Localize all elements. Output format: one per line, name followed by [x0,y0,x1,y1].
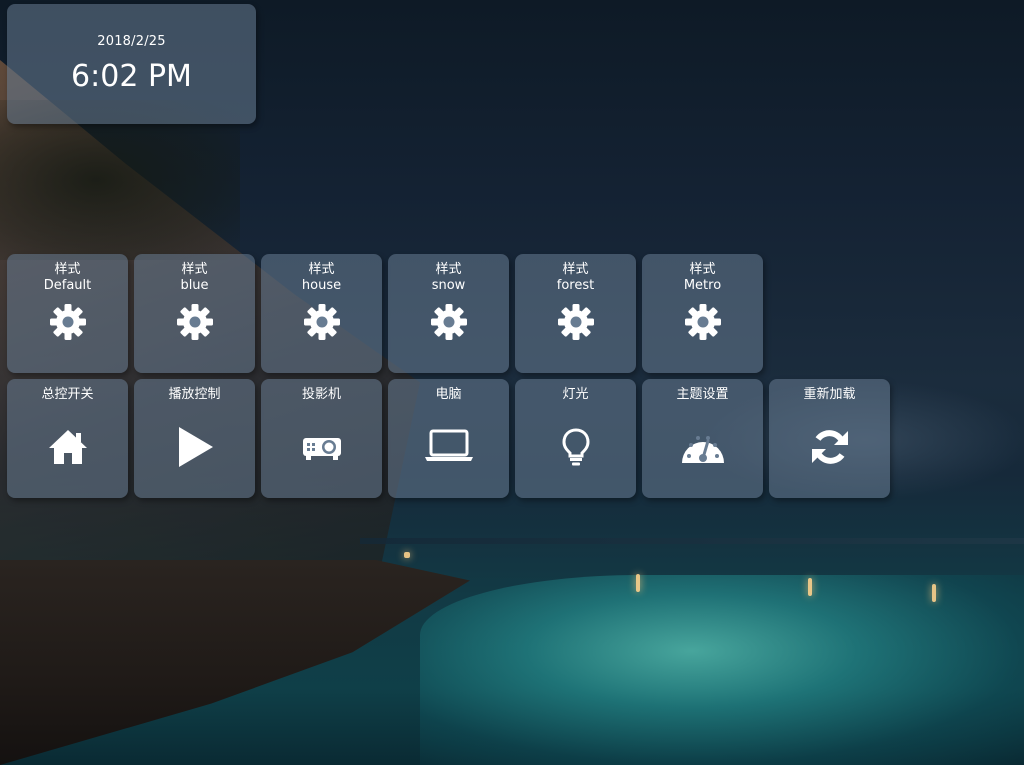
style-tile-title: 样式 [54,262,81,277]
style-tile-name: blue [180,278,209,293]
style-tile-name: house [301,278,342,293]
play-icon [175,425,215,469]
projector-button[interactable]: 投影机 [261,379,382,498]
laptop-icon [424,429,474,463]
gear-icon [556,302,596,342]
background-deck [0,560,470,765]
tile-label: 主题设置 [676,387,729,402]
computer-button[interactable]: 电脑 [388,379,509,498]
playback-control-button[interactable]: 播放控制 [134,379,255,498]
clock-time: 6:02 PM [71,59,192,94]
style-tile-house[interactable]: 样式 house [261,254,382,373]
tile-label: 总控开关 [41,387,94,402]
lighting-button[interactable]: 灯光 [515,379,636,498]
home-icon [47,427,89,467]
gear-icon [429,302,469,342]
style-tile-title: 样式 [562,262,589,277]
background-pool [420,575,1024,765]
projector-icon [302,435,342,461]
theme-settings-button[interactable]: 主题设置 [642,379,763,498]
dashboard-icon [680,429,726,465]
style-tile-title: 样式 [435,262,462,277]
style-tile-title: 样式 [308,262,335,277]
background-light [636,574,640,592]
tile-label: 电脑 [435,387,462,402]
tile-label: 投影机 [301,387,341,402]
style-tile-title: 样式 [181,262,208,277]
style-tile-metro[interactable]: 样式 Metro [642,254,763,373]
gear-icon [302,302,342,342]
lightbulb-icon [561,427,591,467]
style-tile-name: snow [431,278,466,293]
desktop-screen: 2018/2/25 6:02 PM 样式 Default 样式 blue 样式 … [0,0,1024,765]
clock-date: 2018/2/25 [97,34,166,49]
style-tile-default[interactable]: 样式 Default [7,254,128,373]
style-tile-blue[interactable]: 样式 blue [134,254,255,373]
tile-label: 灯光 [562,387,589,402]
background-palm [0,100,240,260]
gear-icon [48,302,88,342]
style-tile-forest[interactable]: 样式 forest [515,254,636,373]
background-light [932,584,936,602]
master-switch-button[interactable]: 总控开关 [7,379,128,498]
gear-icon [175,302,215,342]
style-tile-name: Default [43,278,92,293]
clock-widget: 2018/2/25 6:02 PM [7,4,256,124]
gear-icon [683,302,723,342]
background-light [808,578,812,596]
tile-label: 重新加载 [803,387,856,402]
style-tile-title: 样式 [689,262,716,277]
style-tile-name: Metro [683,278,722,293]
background-horizon [360,538,1024,544]
reload-button[interactable]: 重新加载 [769,379,890,498]
tile-label: 播放控制 [168,387,221,402]
background-light [404,552,410,558]
refresh-icon [810,427,850,467]
style-tile-snow[interactable]: 样式 snow [388,254,509,373]
style-tile-name: forest [556,278,595,293]
